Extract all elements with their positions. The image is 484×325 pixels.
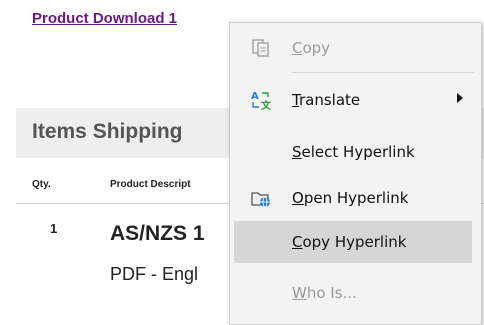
- menu-separator: [292, 72, 474, 73]
- copy-icon: [250, 37, 272, 59]
- translate-icon: A 文: [250, 89, 272, 111]
- menu-item-open-hyperlink[interactable]: Open Hyperlink: [230, 177, 481, 219]
- menu-item-who-is[interactable]: Who Is...: [230, 272, 481, 314]
- menu-item-copy[interactable]: Copy: [230, 27, 481, 69]
- open-hyperlink-icon: [250, 187, 272, 209]
- menu-item-label: Open Hyperlink: [292, 189, 409, 207]
- menu-item-label: Translate: [292, 91, 361, 109]
- column-header-description: Product Descript: [110, 179, 191, 190]
- context-menu: Copy A 文 Translate Select Hyperlink Open: [229, 22, 482, 325]
- menu-item-label: Who Is...: [292, 284, 357, 302]
- svg-text:文: 文: [261, 99, 272, 111]
- column-header-qty: Qty.: [32, 179, 51, 190]
- row-subtitle: PDF - Engl: [110, 264, 199, 284]
- submenu-arrow-icon: [457, 93, 463, 103]
- row-title: AS/NZS 1: [110, 222, 205, 245]
- menu-item-label: Copy: [292, 39, 331, 57]
- section-title: Items Shipping: [32, 120, 183, 143]
- menu-item-label: Copy Hyperlink: [292, 233, 407, 251]
- menu-item-copy-hyperlink[interactable]: Copy Hyperlink: [234, 221, 472, 263]
- menu-item-translate[interactable]: A 文 Translate: [230, 79, 481, 121]
- product-download-link[interactable]: Product Download 1: [32, 10, 177, 27]
- menu-item-label: Select Hyperlink: [292, 143, 415, 161]
- row-qty: 1: [50, 221, 58, 236]
- menu-item-select-hyperlink[interactable]: Select Hyperlink: [230, 131, 481, 173]
- svg-text:A: A: [251, 91, 259, 102]
